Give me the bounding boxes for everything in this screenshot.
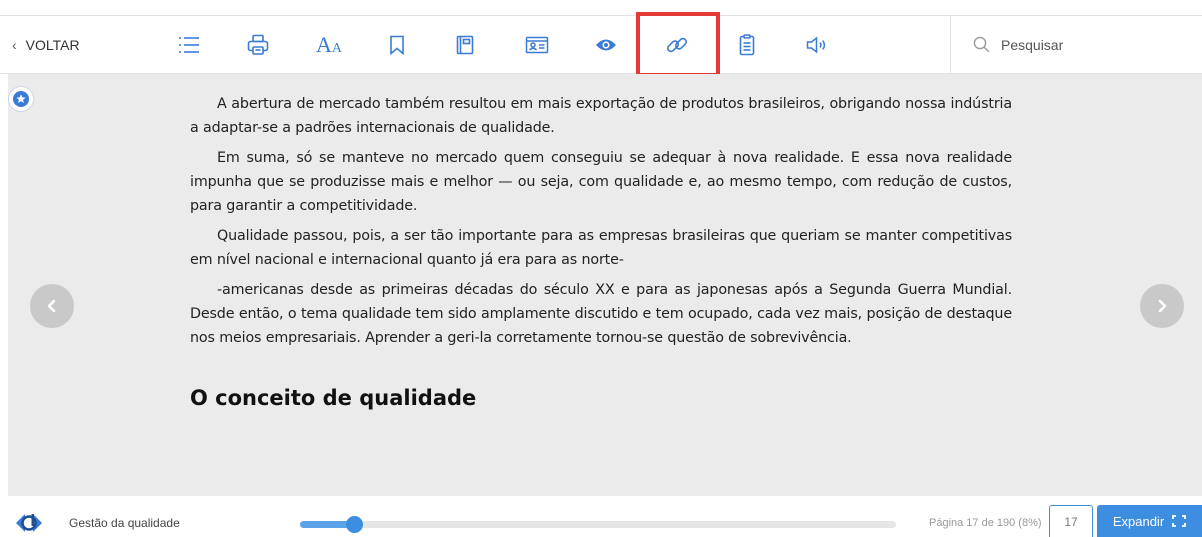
expand-button-label: Expandir (1112, 513, 1165, 529)
profile-card-button[interactable] (522, 30, 552, 60)
table-of-contents-button[interactable] (174, 30, 204, 60)
search-area (950, 16, 1202, 73)
next-page-button[interactable] (1140, 284, 1184, 328)
font-size-button[interactable]: AA (311, 30, 347, 60)
reading-area: A abertura de mercado também resultou em… (8, 74, 1202, 496)
print-icon (247, 34, 269, 55)
document-icon (739, 34, 755, 56)
chevron-right-icon (1158, 299, 1167, 313)
previous-page-button[interactable] (30, 284, 74, 328)
expand-button[interactable]: Expandir (1097, 505, 1202, 537)
chevron-left-icon (47, 299, 56, 313)
list-icon (179, 37, 199, 53)
bookmark-icon (390, 35, 404, 55)
paragraph: -americanas desde as primeiras décadas d… (190, 282, 1012, 346)
notebook-icon (456, 35, 474, 55)
document-button[interactable] (732, 30, 762, 60)
favorite-button[interactable] (8, 86, 34, 112)
page-number-input[interactable] (1049, 505, 1093, 537)
fullscreen-icon (1172, 515, 1187, 527)
top-toolbar: ‹ VOLTAR AA (0, 0, 1202, 77)
back-button[interactable]: ‹ VOLTAR (12, 35, 80, 55)
paragraph: Em suma, só se manteve no mercado quem c… (190, 150, 1012, 214)
visibility-button[interactable] (591, 30, 621, 60)
section-heading: O conceito de qualidade (190, 386, 477, 410)
search-input[interactable] (1001, 34, 1191, 56)
chevron-left-icon: ‹ (12, 37, 17, 53)
progress-handle[interactable] (345, 516, 363, 533)
font-size-icon: AA (315, 32, 342, 57)
link-icon (667, 37, 687, 53)
paragraph: A abertura de mercado também resultou em… (190, 96, 1012, 136)
page-info: Página 17 de 190 (8%) (929, 517, 1042, 529)
back-button-label: VOLTAR (25, 37, 80, 53)
reading-progress-slider[interactable] (300, 516, 896, 533)
notes-button[interactable] (450, 30, 480, 60)
book-title: Gestão da qualidade (69, 516, 180, 530)
page-content: A abertura de mercado também resultou em… (190, 92, 1012, 410)
profile-card-icon (525, 36, 549, 54)
search-icon (973, 36, 990, 53)
star-icon (13, 91, 29, 107)
print-button[interactable] (243, 30, 273, 60)
speaker-icon (806, 36, 826, 54)
read-aloud-button[interactable] (802, 30, 832, 60)
app-logo-icon (16, 514, 42, 532)
eye-icon (596, 39, 616, 51)
bottom-bar: Gestão da qualidade Página 17 de 190 (8%… (0, 496, 1202, 537)
bookmark-button[interactable] (382, 30, 412, 60)
link-button[interactable] (662, 30, 692, 60)
paragraph: Qualidade passou, pois, a ser tão import… (190, 228, 1012, 268)
